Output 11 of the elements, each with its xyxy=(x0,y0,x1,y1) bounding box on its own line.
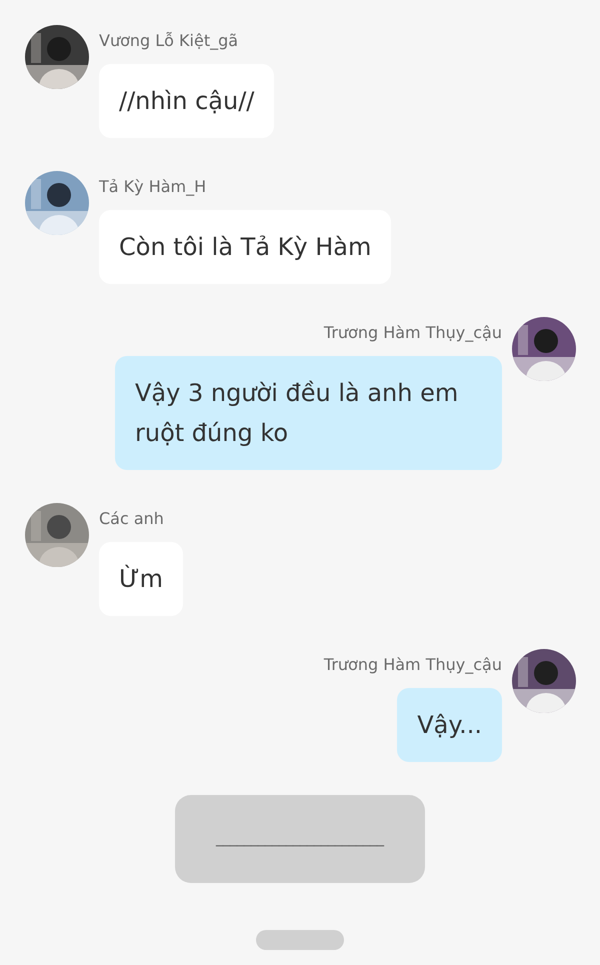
sender-name: Tả Kỳ Hàm_H xyxy=(99,176,206,198)
message-bubble: Vậy... xyxy=(397,688,502,762)
narration-card: ________________________ xyxy=(175,795,425,883)
message-bubble: Còn tôi là Tả Kỳ Hàm xyxy=(99,210,392,284)
sender-name: Các anh xyxy=(99,508,164,530)
sender-name: Trương Hàm Thụy_cậu xyxy=(324,322,502,344)
message-bubble: Vậy 3 người đều là anh em ruột đúng ko xyxy=(115,356,502,470)
message-bubble: Ừm xyxy=(99,542,183,616)
message-bubble: //nhìn cậu// xyxy=(99,64,274,138)
sender-name: Vương Lỗ Kiệt_gã xyxy=(99,30,238,52)
sender-name: Trương Hàm Thụy_cậu xyxy=(324,654,502,676)
